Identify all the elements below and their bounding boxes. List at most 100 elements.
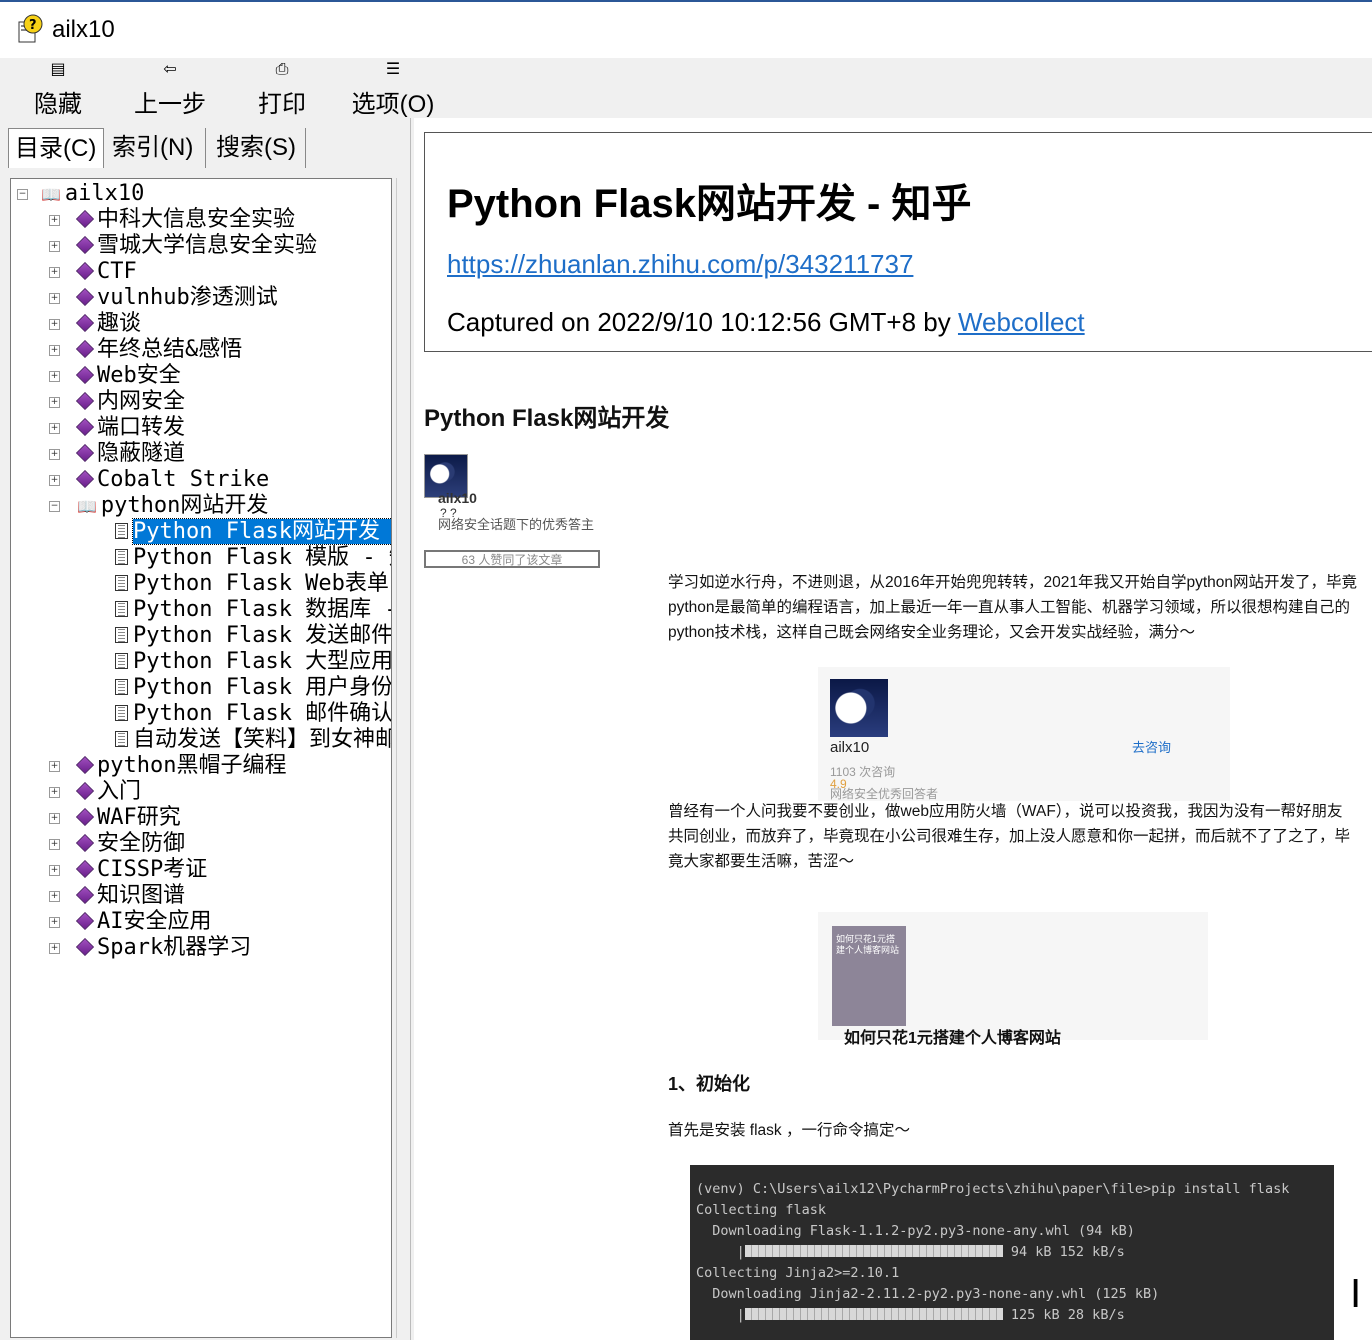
- tree-folder-open[interactable]: 📖 python网站开发: [77, 493, 268, 519]
- expand-toggle[interactable]: +: [49, 891, 60, 902]
- tree-folder[interactable]: 入门: [75, 779, 142, 805]
- tree-page-label: Python Flask 模版 - 知乎: [133, 545, 391, 570]
- expand-toggle[interactable]: +: [49, 371, 60, 382]
- expand-toggle[interactable]: +: [49, 943, 60, 954]
- code-line: | 125 kB 28 kB/s: [696, 1307, 1125, 1323]
- tree-page[interactable]: Python Flask 数据库 - 知乎: [115, 597, 391, 623]
- options-label: 选项(O): [351, 91, 435, 118]
- expand-toggle[interactable]: +: [49, 397, 60, 408]
- code-text: |: [696, 1307, 745, 1323]
- tree-folder[interactable]: Cobalt Strike: [75, 467, 269, 493]
- tree-folder[interactable]: 隐蔽隧道: [75, 441, 186, 467]
- tree-folder[interactable]: vulnhub渗透测试: [75, 285, 278, 311]
- text-cursor-icon: I: [1350, 1272, 1362, 1316]
- expand-toggle[interactable]: +: [49, 475, 60, 486]
- tree-folder-label: CTF: [97, 259, 137, 284]
- tree-page[interactable]: Python Flask 用户身份验证: [115, 675, 391, 701]
- tree-folder[interactable]: WAF研究: [75, 805, 181, 831]
- tree-page[interactable]: Python Flask 大型应用的结构: [115, 649, 391, 675]
- expand-toggle[interactable]: +: [49, 813, 60, 824]
- expand-toggle[interactable]: +: [49, 293, 60, 304]
- expand-toggle[interactable]: +: [49, 787, 60, 798]
- code-line: | 94 kB 152 kB/s: [696, 1244, 1125, 1260]
- consult-card[interactable]: ailx10 1103 次咨询 4.9 网络安全优秀回答者 去咨询: [818, 667, 1230, 801]
- author-name[interactable]: ailx10: [438, 490, 477, 506]
- tree-page-selected[interactable]: Python Flask网站开发 - 知乎: [115, 518, 391, 545]
- tree-folder[interactable]: CTF: [75, 259, 137, 285]
- tree-folder[interactable]: AI安全应用: [75, 909, 212, 935]
- tree-folder[interactable]: 雪城大学信息安全实验: [75, 233, 317, 259]
- tree-page[interactable]: Python Flask 发送邮件: [115, 623, 391, 649]
- code-line: (venv) C:\Users\ailx12\PycharmProjects\z…: [696, 1181, 1290, 1197]
- tree-folder[interactable]: Spark机器学习: [75, 935, 251, 961]
- tree-root[interactable]: 📖 ailx10: [41, 181, 144, 207]
- tree-folder[interactable]: 年终总结&感悟: [75, 337, 242, 363]
- expand-toggle[interactable]: +: [49, 241, 60, 252]
- expand-toggle[interactable]: +: [49, 865, 60, 876]
- capture-info: Captured on 2022/9/10 10:12:56 GMT+8 by …: [447, 307, 1085, 338]
- tree-folder[interactable]: 中科大信息安全实验: [75, 207, 295, 233]
- tree-folder-label: 入门: [97, 779, 142, 804]
- expand-toggle[interactable]: +: [49, 267, 60, 278]
- options-icon: ☰: [385, 59, 401, 78]
- hide-label: 隐藏: [34, 91, 82, 118]
- options-button[interactable]: ☰ 选项(O): [348, 59, 438, 119]
- code-text: 125 kB 28 kB/s: [1002, 1307, 1125, 1323]
- tab-contents[interactable]: 目录(C): [8, 128, 104, 168]
- tree-page-label: Python Flask Web表单 - 知乎: [133, 571, 391, 596]
- tree-folder-label: 安全防御: [97, 831, 186, 856]
- tree-page-label: 自动发送【笑料】到女神邮箱: [133, 727, 392, 752]
- tree-page-label: Python Flask 邮件确认用户: [133, 701, 392, 726]
- expand-toggle[interactable]: +: [49, 215, 60, 226]
- book-icon: [75, 859, 95, 879]
- tree-folder[interactable]: python黑帽子编程: [75, 753, 287, 779]
- book-icon: [75, 339, 95, 359]
- webcollect-link[interactable]: Webcollect: [958, 307, 1085, 337]
- back-button[interactable]: ⇦ 上一步: [130, 60, 210, 119]
- tree-folder[interactable]: 安全防御: [75, 831, 186, 857]
- tree-folder-label: vulnhub渗透测试: [97, 285, 278, 310]
- tree-folder-label: 隐蔽隧道: [97, 441, 186, 466]
- tree-page[interactable]: Python Flask 模版 - 知乎: [115, 545, 391, 571]
- tree-page[interactable]: 自动发送【笑料】到女神邮箱: [115, 727, 392, 753]
- expand-toggle[interactable]: +: [49, 917, 60, 928]
- tree-folder-label: python黑帽子编程: [97, 753, 287, 778]
- tab-search[interactable]: 搜索(S): [210, 128, 306, 168]
- book-icon: [75, 911, 95, 931]
- collapse-toggle[interactable]: −: [49, 501, 60, 512]
- tree-page[interactable]: Python Flask Web表单 - 知乎: [115, 571, 391, 597]
- tree-folder[interactable]: 趣谈: [75, 311, 141, 337]
- expand-toggle[interactable]: +: [49, 761, 60, 772]
- collapse-toggle[interactable]: −: [17, 189, 28, 200]
- tree-folder[interactable]: 端口转发: [75, 415, 185, 441]
- tree-folder[interactable]: Web安全: [75, 363, 181, 389]
- tree-page[interactable]: Python Flask 邮件确认用户: [115, 701, 392, 727]
- expand-toggle[interactable]: +: [49, 423, 60, 434]
- book-icon: [75, 443, 95, 463]
- link-card[interactable]: 如何只花1元搭建个人博客网站 如何只花1元搭建个人博客网站: [818, 912, 1208, 1047]
- expand-toggle[interactable]: +: [49, 319, 60, 330]
- expand-toggle[interactable]: +: [49, 345, 60, 356]
- page-icon: [115, 705, 128, 721]
- tree-folder[interactable]: 内网安全: [75, 389, 185, 415]
- code-line: Downloading Jinja2-2.11.2-py2.py3-none-a…: [696, 1286, 1160, 1302]
- capture-info-text: Captured on 2022/9/10 10:12:56 GMT+8 by: [447, 307, 958, 337]
- author-description: 网络安全话题下的优秀答主: [438, 517, 595, 532]
- source-url-link[interactable]: https://zhuanlan.zhihu.com/p/343211737: [447, 249, 913, 280]
- tab-index[interactable]: 索引(N): [106, 128, 206, 168]
- expand-toggle[interactable]: +: [49, 839, 60, 850]
- page-icon: [115, 575, 128, 591]
- tree-folder[interactable]: 知识图谱: [75, 883, 185, 909]
- book-icon: [75, 261, 95, 281]
- page-icon: [115, 627, 128, 643]
- expand-toggle[interactable]: +: [49, 449, 60, 460]
- cover-image: 如何只花1元搭建个人博客网站: [832, 926, 906, 1026]
- tree-folder[interactable]: CISSP考证: [75, 857, 207, 883]
- print-button[interactable]: ⎙ 打印: [254, 59, 310, 119]
- tree-scrollbar[interactable]: [396, 178, 405, 1338]
- section-heading: 1、初始化: [668, 1074, 751, 1094]
- book-icon: [75, 365, 95, 385]
- consult-link[interactable]: 去咨询: [1132, 737, 1171, 756]
- printer-icon: ⎙: [275, 59, 289, 78]
- hide-button[interactable]: ▤ 隐藏: [30, 60, 86, 119]
